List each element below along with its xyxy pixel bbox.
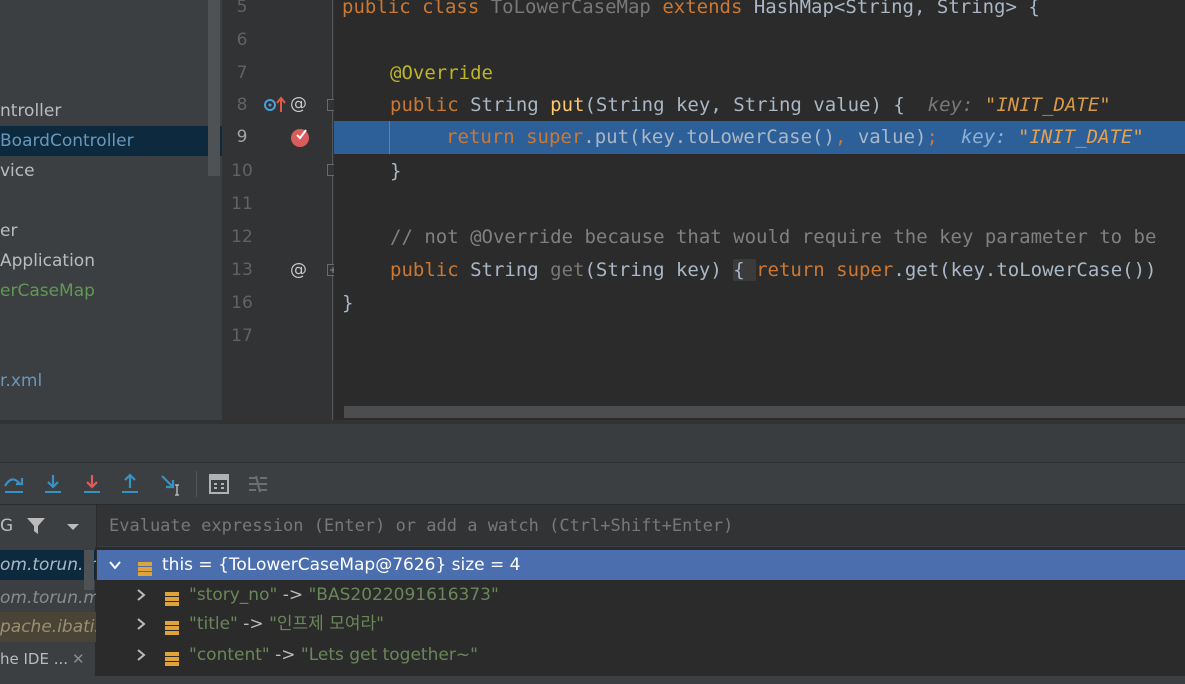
- toolbar-separator: [196, 471, 197, 497]
- frames-panel: G om.torun.mto om.torun.mto pache.ibatis…: [0, 505, 96, 684]
- tree-item-selected[interactable]: BoardController: [0, 126, 222, 156]
- code-line-5: public class ToLowerCaseMap extends Hash…: [342, 0, 1040, 18]
- entry-key: "content": [189, 645, 270, 665]
- tree-item[interactable]: erCaseMap: [0, 276, 222, 306]
- code-line-12: // not @Override because that would requ…: [390, 226, 1157, 248]
- line-number-current: 9: [236, 127, 248, 147]
- tree-item[interactable]: Application: [0, 246, 222, 276]
- field-icon: [165, 647, 179, 666]
- tree-item-label: BoardController: [0, 131, 134, 151]
- force-step-into-icon[interactable]: [78, 470, 106, 498]
- field-icon: [165, 616, 179, 635]
- tree-item-label: erCaseMap: [0, 281, 95, 301]
- variables-panel: Evaluate expression (Enter) or add a wat…: [97, 505, 1185, 684]
- override-up-arrow-icon[interactable]: [262, 89, 288, 122]
- field-icon: [165, 587, 179, 606]
- watch-input[interactable]: Evaluate expression (Enter) or add a wat…: [97, 505, 1185, 547]
- evaluate-expression-icon[interactable]: [205, 470, 233, 498]
- step-over-icon[interactable]: [0, 470, 28, 498]
- code-line-16: }: [342, 292, 354, 314]
- variable-row-this[interactable]: this = {ToLowerCaseMap@7626} size = 4: [97, 550, 1185, 580]
- chevron-down-icon[interactable]: [108, 550, 122, 580]
- variable-text: this = {ToLowerCaseMap@7626} size = 4: [162, 555, 521, 575]
- tree-item[interactable]: r.xml: [0, 366, 222, 396]
- debug-toolbar: [0, 462, 1185, 504]
- tree-item-label: r.xml: [0, 371, 43, 391]
- tree-item-label: er: [0, 221, 18, 241]
- run-to-cursor-icon[interactable]: [156, 470, 184, 498]
- field-icon: [138, 557, 152, 576]
- inline-debug-key: key:: [960, 126, 1019, 148]
- entry-arrow: ->: [277, 585, 309, 605]
- at-sign-icon[interactable]: @: [290, 254, 307, 287]
- frames-filter-bar: G: [0, 505, 96, 547]
- project-scrollbar[interactable]: [208, 0, 220, 176]
- trace-current-stream-icon[interactable]: [244, 470, 272, 498]
- line-number: 13: [231, 260, 253, 280]
- code-line-9-execution-point: return super.put(key.toLowerCase(), valu…: [334, 121, 1185, 154]
- watch-input-placeholder: Evaluate expression (Enter) or add a wat…: [109, 516, 734, 536]
- entry-arrow: ->: [269, 645, 301, 665]
- tree-item[interactable]: vice: [0, 156, 222, 186]
- tree-item-label: ntroller: [0, 101, 62, 121]
- line-number: 11: [231, 194, 253, 214]
- code-line-8: public String put(String key, String val…: [390, 94, 1111, 116]
- entry-value: "인프제 모여라": [269, 614, 384, 634]
- step-into-icon[interactable]: [39, 470, 67, 498]
- line-number: 17: [231, 326, 253, 346]
- stack-frame-label: pache.ibatis.r: [0, 617, 96, 637]
- stack-frame-item[interactable]: om.torun.mto: [0, 550, 96, 580]
- inline-debug-value: "INIT_DATE": [1018, 126, 1144, 148]
- status-bar: [0, 676, 1185, 684]
- chevron-down-icon[interactable]: [66, 519, 80, 538]
- chevron-right-icon[interactable]: [134, 609, 148, 639]
- code-line-10: }: [390, 160, 402, 182]
- close-icon[interactable]: ✕: [72, 644, 85, 674]
- line-number: 5: [236, 0, 248, 17]
- variable-row-entry[interactable]: "title" -> "인프제 모여라": [97, 609, 1185, 639]
- frames-scrollbar[interactable]: [84, 550, 94, 590]
- project-tree-panel: ntroller BoardController vice er Applica…: [0, 0, 222, 420]
- debug-tool-window-header: [0, 424, 1185, 462]
- entry-value: "Lets get together~": [300, 645, 478, 665]
- code-editor[interactable]: public class ToLowerCaseMap extends Hash…: [334, 0, 1185, 420]
- entry-key: "title": [189, 614, 238, 634]
- chevron-right-icon[interactable]: [134, 580, 148, 610]
- at-sign-icon[interactable]: @: [290, 88, 307, 121]
- inline-debug-value: "INIT_DATE": [984, 94, 1111, 116]
- tree-item-label: Application: [0, 251, 95, 271]
- gutter-separator: [332, 0, 333, 420]
- code-line-13: public String get(String key) { return s…: [390, 259, 1157, 281]
- stack-frame-item[interactable]: om.torun.mto: [0, 583, 96, 613]
- entry-key: "story_no": [189, 585, 278, 605]
- editor-horizontal-scrollbar[interactable]: [344, 406, 1185, 418]
- line-number: 10: [231, 161, 253, 181]
- filter-icon[interactable]: [26, 516, 46, 540]
- code-line-7: @Override: [390, 62, 493, 84]
- tree-item[interactable]: ntroller: [0, 96, 222, 126]
- line-number: 6: [236, 30, 248, 50]
- entry-value: "BAS2022091616373": [308, 585, 499, 605]
- thread-selector-label[interactable]: G: [0, 505, 13, 547]
- entry-arrow: ->: [237, 614, 270, 634]
- stack-frame-label: om.torun.mto: [0, 588, 96, 608]
- stack-frame-item-library[interactable]: pache.ibatis.r: [0, 612, 96, 642]
- line-number: 7: [236, 63, 248, 83]
- chevron-right-icon[interactable]: [134, 640, 148, 670]
- tree-item-label: vice: [0, 161, 35, 181]
- step-out-icon[interactable]: [116, 470, 144, 498]
- tree-item[interactable]: er: [0, 216, 222, 246]
- inline-debug-key: key:: [927, 94, 985, 116]
- stack-frame-label: he IDE ...: [0, 650, 69, 668]
- line-number: 16: [231, 293, 253, 313]
- stack-frame-notice[interactable]: he IDE ... ✕: [0, 644, 96, 674]
- line-number: 12: [231, 227, 253, 247]
- stack-frame-label: om.torun.mto: [0, 555, 96, 575]
- line-number: 8: [236, 95, 248, 115]
- variable-row-entry[interactable]: "content" -> "Lets get together~": [97, 640, 1185, 670]
- breakpoint-checked-icon[interactable]: [289, 121, 311, 154]
- variable-row-entry[interactable]: "story_no" -> "BAS2022091616373": [97, 580, 1185, 610]
